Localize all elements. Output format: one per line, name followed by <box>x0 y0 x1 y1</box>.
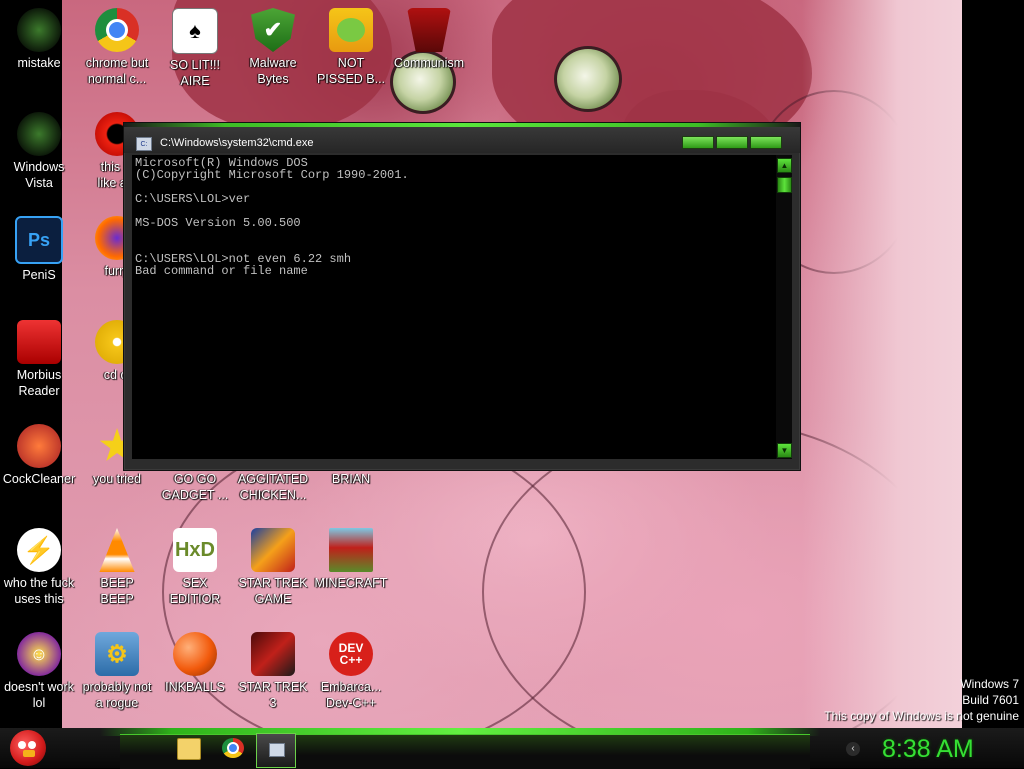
watermark-os: Windows 7 <box>960 677 1019 691</box>
settings-gears-icon: ⚙ <box>95 632 139 676</box>
close-button[interactable] <box>750 136 782 149</box>
icon-label: Malware Bytes <box>249 56 297 86</box>
scroll-down-button[interactable]: ▼ <box>777 443 792 458</box>
pdf-reader-icon <box>17 320 61 364</box>
desktop-icon-beep-beep[interactable]: BEEP BEEP <box>78 528 156 607</box>
chrome-icon <box>95 8 139 52</box>
desktop-icon-inkballs[interactable]: INKBALLS <box>156 632 234 695</box>
cmd-app-icon[interactable]: C: <box>136 137 152 151</box>
taskbar-clock[interactable]: 8:38 AM <box>882 734 974 764</box>
console-line: C:\USERS\LOL>ver <box>135 192 251 206</box>
desktop: mistake Windows Vista Ps PeniS Morbius R… <box>0 0 1024 728</box>
start-orb-eye <box>18 741 26 749</box>
cmd-titlebar[interactable]: C: C:\Windows\system32\cmd.exe <box>124 123 800 153</box>
icon-label: SEX EDITIOR <box>169 576 221 606</box>
desktop-icon-chrome[interactable]: chrome but normal c... <box>78 8 156 87</box>
explorer-folder-icon[interactable] <box>177 738 201 760</box>
icon-label: GO GO GADGET ... <box>161 472 229 502</box>
icon-label: Windows Vista <box>13 160 65 190</box>
icon-label: BEEP BEEP <box>100 576 134 606</box>
desktop-icon-windows-vista[interactable]: Windows Vista <box>0 112 78 191</box>
icon-label: STAR TREK GAME <box>238 576 308 606</box>
scroll-thumb[interactable] <box>777 177 792 193</box>
window-controls <box>682 136 782 149</box>
scroll-up-button[interactable]: ▲ <box>777 158 792 173</box>
recycle-bin-icon <box>17 8 61 52</box>
desktop-icon-so-lit-aire[interactable]: ♠ SO LIT!!! AIRE <box>156 8 234 89</box>
icon-label: SO LIT!!! AIRE <box>169 58 220 88</box>
dev-cpp-icon: DEV C++ <box>329 632 373 676</box>
start-button[interactable] <box>10 730 46 766</box>
desktop-icon-not-pissed[interactable]: NOT PISSED B... <box>312 8 390 87</box>
icon-label: mistake <box>17 56 61 70</box>
maximize-button[interactable] <box>716 136 748 149</box>
lightning-icon: ⚡ <box>17 528 61 572</box>
icon-label: STAR TREK 3 <box>238 680 308 710</box>
console-output[interactable]: Microsoft(R) Windows DOS (C)Copyright Mi… <box>132 155 776 459</box>
star-wars-game-icon <box>251 632 295 676</box>
angry-birds-pig-icon <box>329 8 373 52</box>
icon-label: chrome but normal c... <box>85 56 149 86</box>
icon-label: PeniS <box>22 268 56 282</box>
minimize-button[interactable] <box>682 136 714 149</box>
desktop-icon-malware-bytes[interactable]: ✔ Malware Bytes <box>234 8 312 87</box>
inkball-icon <box>173 632 217 676</box>
solitaire-card-icon: ♠ <box>172 8 218 54</box>
cmd-taskbar-icon <box>269 743 285 757</box>
cmd-window[interactable]: C: C:\Windows\system32\cmd.exe Microsoft… <box>123 122 801 471</box>
taskbar <box>0 728 1024 769</box>
icon-label: who the fuck uses this <box>3 576 75 606</box>
photoshop-icon: Ps <box>15 216 63 264</box>
icon-label: you tried <box>93 472 141 486</box>
desktop-icon-communism[interactable]: Communism <box>390 8 468 71</box>
hammer-sickle-icon <box>407 8 451 52</box>
icon-label: doesn't work lol <box>4 680 74 710</box>
icon-label: Embarca... Dev-C++ <box>320 680 382 710</box>
start-orb-beak <box>23 750 35 757</box>
icon-label: CockCleaner <box>2 472 76 486</box>
desktop-icon-morbius-reader[interactable]: Morbius Reader <box>0 320 78 399</box>
hxd-editor-icon: HxD <box>173 528 217 572</box>
recycle-bin-icon <box>17 112 61 156</box>
desktop-icon-penis[interactable]: Ps PeniS <box>0 216 78 283</box>
desktop-icon-star-trek-game[interactable]: STAR TREK GAME <box>234 528 312 607</box>
watermark-genuine: This copy of Windows is not genuine <box>824 709 1019 723</box>
windows-watermark: Windows 7 Build 7601 This copy of Window… <box>824 676 1019 724</box>
desktop-icon-star-trek-3[interactable]: STAR TREK 3 <box>234 632 312 711</box>
icon-label: MINECRAFT <box>314 576 388 590</box>
icon-label: probably not a rogue <box>82 680 152 710</box>
console-line: Bad command or file name <box>135 264 308 278</box>
desktop-icon-who-uses-this[interactable]: ⚡ who the fuck uses this <box>0 528 78 607</box>
vertical-scrollbar[interactable]: ▲ ▼ <box>776 155 792 459</box>
cmd-window-title: C:\Windows\system32\cmd.exe <box>160 137 314 149</box>
icon-label: AGGITATED CHICKEN... <box>237 472 309 502</box>
desktop-icon-probably-not-a-rogue[interactable]: ⚙ probably not a rogue <box>78 632 156 711</box>
console-line: MS-DOS Version 5.00.500 <box>135 216 301 230</box>
ccleaner-icon <box>17 424 61 468</box>
desktop-icon-minecraft[interactable]: MINECRAFT <box>312 528 390 591</box>
chrome-taskbar-icon[interactable] <box>222 738 244 758</box>
icon-label: Communism <box>393 56 465 70</box>
console-line: (C)Copyright Microsoft Corp 1990-2001. <box>135 168 409 182</box>
desktop-icon-sex-editior[interactable]: HxD SEX EDITIOR <box>156 528 234 607</box>
icon-label: Morbius Reader <box>16 368 62 398</box>
watermark-build: Build 7601 <box>962 693 1019 707</box>
desktop-icon-cockcleaner[interactable]: CockCleaner <box>0 424 78 487</box>
start-orb-eye <box>28 741 36 749</box>
vlc-cone-icon <box>99 528 135 572</box>
desktop-icon-doesnt-work[interactable]: ☺ doesn't work lol <box>0 632 78 711</box>
desktop-icon-mistake[interactable]: mistake <box>0 8 78 71</box>
icon-label: NOT PISSED B... <box>316 56 386 86</box>
show-hidden-icons-button[interactable]: ‹ <box>846 742 860 756</box>
shield-check-icon: ✔ <box>251 8 295 52</box>
minecraft-icon <box>329 528 373 572</box>
desktop-icon-dev-cpp[interactable]: DEV C++ Embarca... Dev-C++ <box>312 632 390 711</box>
icon-label: INKBALLS <box>165 680 225 694</box>
taskbar-cmd-button[interactable] <box>256 733 296 768</box>
star-wars-game-icon <box>251 528 295 572</box>
title-accent-stripe <box>124 123 800 127</box>
yahoo-messenger-icon: ☺ <box>17 632 61 676</box>
icon-label: BRIAN <box>331 472 371 486</box>
